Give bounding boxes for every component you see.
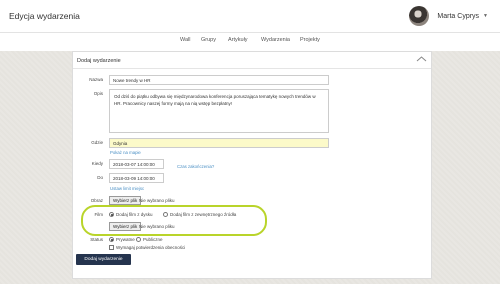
end-label: Do [97,175,103,180]
name-input[interactable]: Nowe trendy w HR [109,75,329,85]
film-label: Film [94,212,104,217]
end-time-link[interactable]: Czas zakończenia? [177,164,214,169]
image-label: Obraz [90,198,103,203]
end-datetime-input[interactable]: 2018-03-09 14:00:00 [109,173,164,183]
start-datetime-input[interactable]: 2018-03-07 14:00:00 [109,159,164,169]
description-textarea[interactable]: Od dziś do piątku odbywa się międzynarod… [109,89,329,133]
nav-item-wall[interactable]: Wall [180,37,191,43]
start-label: Kiedy [91,161,103,166]
nav-item-projekty[interactable]: Projekty [300,37,320,43]
status-private-label[interactable]: Prywatne [116,237,135,242]
status-label: Status [90,237,103,242]
name-label: Nazwa [89,77,103,82]
film-highlight-oval [81,205,267,236]
nav-item-wydarzenia[interactable]: Wydarzenia [261,37,290,43]
add-event-submit-button[interactable]: Dodaj wydarzenie [76,254,131,265]
avatar[interactable] [409,6,430,26]
nav-item-artykuly[interactable]: Artykuły [228,37,248,43]
film-disk-option-label[interactable]: Dodaj film z dysku [116,212,153,217]
require-confirmation-checkbox[interactable] [109,245,114,250]
location-label: Gdzie [91,140,103,145]
film-external-option-label[interactable]: Dodaj film z zewnętrznego źródła [170,212,236,217]
film-disk-radio[interactable] [109,212,114,217]
image-no-file-text: Nie wybrano pliku [139,198,175,203]
film-external-radio[interactable] [163,212,168,217]
status-public-label[interactable]: Publiczne [143,237,163,242]
main-nav: Wall Grupy Artykuły Wydarzenia Projekty [0,33,500,51]
require-confirmation-label[interactable]: Wymagaj potwierdzenia obecności [116,245,185,250]
status-private-radio[interactable] [109,237,114,242]
show-on-map-link[interactable]: Pokaż na mapie [110,150,141,155]
panel-title: Dodaj wydarzenie [77,58,121,64]
caret-down-icon[interactable]: ▼ [483,13,488,19]
film-no-file-text: Nie wybrano pliku [139,224,175,229]
panel-header: Dodaj wydarzenie [73,52,431,69]
description-label: Opis [93,91,103,96]
user-name[interactable]: Marta Cyprys [437,13,479,20]
set-limit-link[interactable]: Ustaw limit miejsc [110,186,144,191]
top-bar: Edycja wydarzenia Marta Cyprys ▼ [0,0,500,33]
user-menu[interactable]: Marta Cyprys ▼ [409,5,488,27]
film-file-button[interactable]: Wybierz plik [109,222,142,231]
location-input[interactable]: Gdynia [109,138,329,148]
chevron-up-icon[interactable] [416,55,427,63]
image-file-button[interactable]: Wybierz plik [109,196,142,205]
nav-item-grupy[interactable]: Grupy [201,37,216,43]
page-title: Edycja wydarzenia [9,11,80,21]
status-public-radio[interactable] [136,237,141,242]
